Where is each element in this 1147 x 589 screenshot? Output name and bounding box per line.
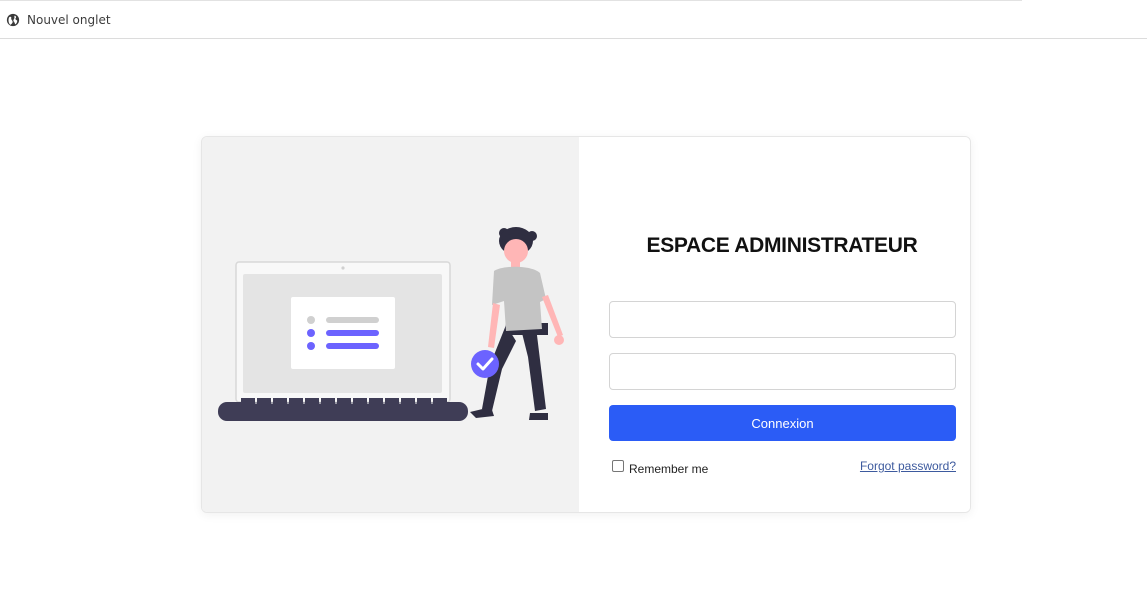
login-title: ESPACE ADMINISTRATEUR [646, 234, 918, 257]
forgot-password-link[interactable]: Forgot password? [860, 459, 956, 473]
browser-tab-bar: Nouvel onglet [0, 0, 1147, 39]
tab-bar-divider [0, 0, 1022, 1]
illustration-panel [202, 137, 579, 512]
globe-icon [6, 13, 20, 27]
login-form-panel: ESPACE ADMINISTRATEUR Connexion Remember… [579, 137, 970, 512]
tab-title: Nouvel onglet [27, 13, 111, 27]
password-input[interactable] [609, 353, 956, 390]
browser-tab[interactable]: Nouvel onglet [6, 11, 111, 29]
person-illustration [470, 227, 564, 420]
remember-me-checkbox[interactable] [612, 460, 624, 472]
remember-me[interactable]: Remember me [612, 458, 708, 476]
laptop-illustration [218, 261, 468, 421]
login-illustration [218, 227, 564, 421]
login-card: ESPACE ADMINISTRATEUR Connexion Remember… [201, 136, 971, 513]
username-input[interactable] [609, 301, 956, 338]
remember-me-label: Remember me [629, 462, 709, 476]
connexion-button[interactable]: Connexion [609, 405, 956, 441]
